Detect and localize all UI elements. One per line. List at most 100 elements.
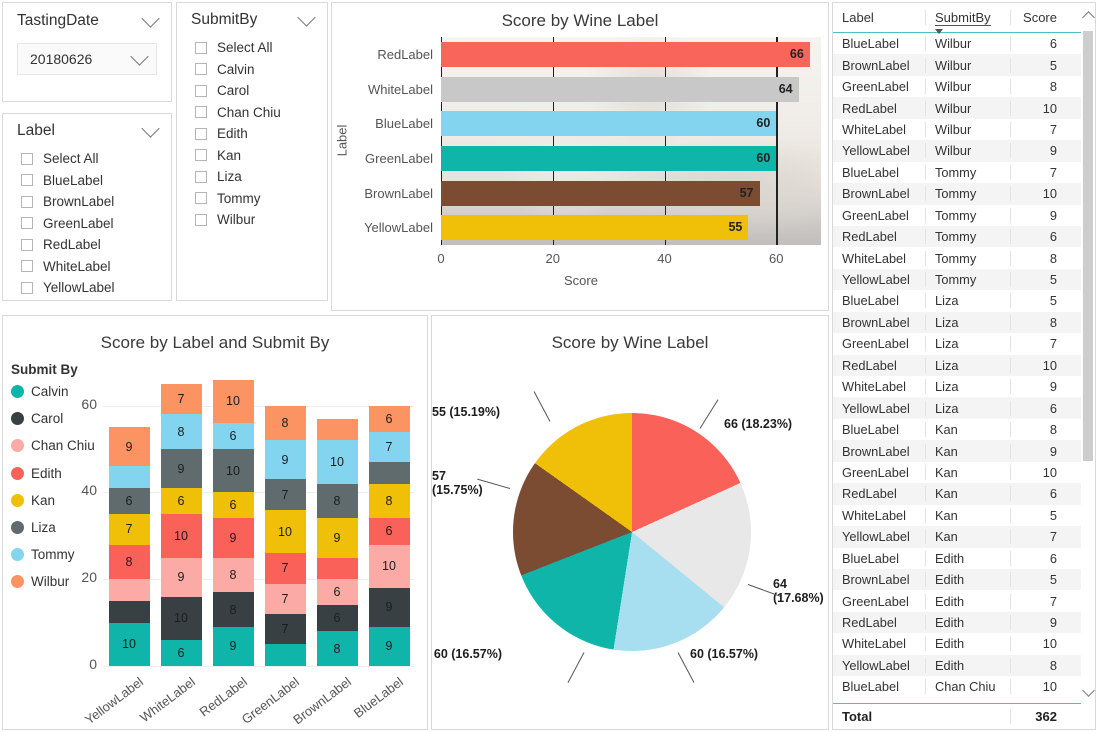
table-scrollbar[interactable] [1081, 3, 1095, 729]
table-row[interactable]: BlueLabel Liza 5 [833, 290, 1095, 311]
table-row[interactable]: BrownLabel Liza 8 [833, 311, 1095, 334]
scrollbar-thumb[interactable] [1083, 31, 1093, 461]
bar-whitelabel[interactable] [441, 76, 799, 102]
slicer-submitby-item-edith[interactable]: Edith [177, 123, 327, 145]
table-row[interactable]: RedLabel Kan 6 [833, 483, 1095, 505]
stack-segment[interactable] [108, 466, 150, 489]
slicer-submitby-item-carol[interactable]: Carol [177, 80, 327, 102]
table-row[interactable]: BlueLabel Kan 8 [833, 419, 1095, 440]
slicer-label-item-yellowlabel[interactable]: YellowLabel [3, 277, 171, 299]
slicer-submitby-item-calvin[interactable]: Calvin [177, 59, 327, 81]
column-header-submitby[interactable]: SubmitBy [925, 10, 1010, 34]
pie-slices[interactable] [513, 413, 751, 651]
bar-brownlabel[interactable] [441, 180, 760, 206]
slicer-label-item-greenlabel[interactable]: GreenLabel [3, 213, 171, 235]
table-row[interactable]: BrownLabel Edith 5 [833, 568, 1095, 591]
table-row[interactable]: BrownLabel Kan 9 [833, 440, 1095, 462]
slicer-submitby-item-liza[interactable]: Liza [177, 166, 327, 188]
checkbox-icon[interactable] [21, 238, 33, 251]
table-row[interactable]: BrownLabel Wilbur 5 [833, 54, 1095, 76]
stack-segment[interactable] [264, 644, 306, 666]
stacked-column-redlabel[interactable]: 9 8 8 9 6 10 6 10 [212, 379, 254, 666]
checkbox-icon[interactable] [21, 217, 33, 230]
stack-segment[interactable]: 6 [212, 492, 254, 519]
stack-segment[interactable]: 9 [316, 518, 358, 558]
stack-segment[interactable]: 6 [316, 605, 358, 632]
table-row[interactable]: BlueLabel Wilbur 6 [833, 33, 1095, 54]
stacked-column-yellowlabel[interactable]: 10 8 7 6 9 [108, 427, 150, 666]
checkbox-icon[interactable] [195, 213, 207, 226]
stacked-column-greenlabel[interactable]: 7 7 7 10 7 9 8 [264, 405, 306, 666]
stack-segment[interactable]: 9 [108, 427, 150, 467]
checkbox-icon[interactable] [195, 192, 207, 205]
scroll-up-arrow-icon[interactable] [1082, 11, 1095, 24]
stack-segment[interactable]: 9 [160, 557, 202, 597]
stack-segment[interactable]: 7 [264, 553, 306, 584]
stack-segment[interactable]: 10 [212, 379, 254, 424]
checkbox-icon[interactable] [21, 195, 33, 208]
stack-segment[interactable]: 10 [160, 514, 202, 558]
table-row[interactable]: YellowLabel Tommy 5 [833, 268, 1095, 291]
checkbox-icon[interactable] [195, 84, 207, 97]
stack-segment[interactable]: 7 [108, 514, 150, 545]
stack-segment[interactable]: 9 [212, 518, 254, 558]
stack-segment[interactable]: 10 [212, 449, 254, 493]
legend-item-carol[interactable]: Carol [11, 411, 63, 426]
table-row[interactable]: BlueLabel Chan Chiu 10 [833, 676, 1095, 697]
tasting-date-dropdown[interactable]: 20180626 [17, 43, 157, 75]
checkbox-icon[interactable] [195, 106, 207, 119]
stack-segment[interactable] [316, 418, 358, 441]
stack-segment[interactable]: 6 [160, 639, 202, 666]
stack-segment[interactable]: 7 [264, 613, 306, 645]
table-row[interactable]: WhiteLabel Edith 10 [833, 633, 1095, 654]
slicer-label-item-brownlabel[interactable]: BrownLabel [3, 191, 171, 213]
table-row[interactable]: GreenLabel Liza 7 [833, 333, 1095, 354]
checkbox-icon[interactable] [195, 127, 207, 140]
table-row[interactable]: RedLabel Wilbur 10 [833, 97, 1095, 119]
table-row[interactable]: GreenLabel Kan 10 [833, 462, 1095, 483]
slicer-header-label[interactable]: Label [3, 114, 171, 148]
stack-segment[interactable] [108, 600, 150, 623]
bar-bluelabel[interactable] [441, 111, 777, 137]
legend-item-edith[interactable]: Edith [11, 466, 62, 481]
checkbox-icon[interactable] [195, 170, 207, 183]
table-row[interactable]: WhiteLabel Wilbur 7 [833, 119, 1095, 140]
checkbox-icon[interactable] [21, 174, 33, 187]
table-row[interactable]: YellowLabel Kan 7 [833, 526, 1095, 548]
stack-segment[interactable]: 6 [316, 579, 358, 606]
stack-segment[interactable]: 10 [368, 544, 410, 588]
stacked-column-bluelabel[interactable]: 9 9 10 6 8 7 6 [368, 405, 410, 666]
stack-segment[interactable]: 8 [264, 405, 306, 441]
checkbox-icon[interactable] [21, 152, 33, 165]
stack-segment[interactable]: 7 [264, 479, 306, 510]
legend-item-liza[interactable]: Liza [11, 520, 56, 535]
stack-segment[interactable]: 8 [316, 483, 358, 519]
slicer-label-item-bluelabel[interactable]: BlueLabel [3, 170, 171, 192]
legend-item-chan-chiu[interactable]: Chan Chiu [11, 438, 95, 453]
stacked-column-whitelabel[interactable]: 6 10 9 10 6 9 8 7 [160, 384, 202, 666]
slicer-submitby-item-chan-chiu[interactable]: Chan Chiu [177, 102, 327, 124]
table-row[interactable]: GreenLabel Edith 7 [833, 590, 1095, 611]
checkbox-icon[interactable] [21, 281, 33, 294]
checkbox-icon[interactable] [195, 149, 207, 162]
table-row[interactable]: WhiteLabel Liza 9 [833, 376, 1095, 397]
stack-segment[interactable]: 7 [368, 431, 410, 463]
stack-segment[interactable]: 9 [160, 449, 202, 489]
stack-segment[interactable] [316, 557, 358, 580]
checkbox-icon[interactable] [195, 41, 207, 54]
stack-segment[interactable]: 6 [160, 488, 202, 515]
table-row[interactable]: WhiteLabel Kan 5 [833, 505, 1095, 526]
stack-segment[interactable]: 8 [212, 557, 254, 593]
stack-segment[interactable]: 9 [368, 587, 410, 627]
table-row[interactable]: BrownLabel Tommy 10 [833, 183, 1095, 205]
stack-segment[interactable]: 7 [264, 583, 306, 614]
slicer-label-item-select-all[interactable]: Select All [3, 148, 171, 170]
stack-segment[interactable]: 8 [160, 414, 202, 450]
stack-segment[interactable]: 9 [264, 440, 306, 480]
stack-segment[interactable]: 10 [264, 509, 306, 554]
bar-redlabel[interactable] [441, 41, 810, 67]
bar-greenlabel[interactable] [441, 145, 777, 171]
table-row[interactable]: YellowLabel Wilbur 9 [833, 140, 1095, 162]
bar-yellowlabel[interactable] [441, 215, 749, 241]
slicer-header-tasting-date[interactable]: TastingDate [3, 3, 171, 39]
